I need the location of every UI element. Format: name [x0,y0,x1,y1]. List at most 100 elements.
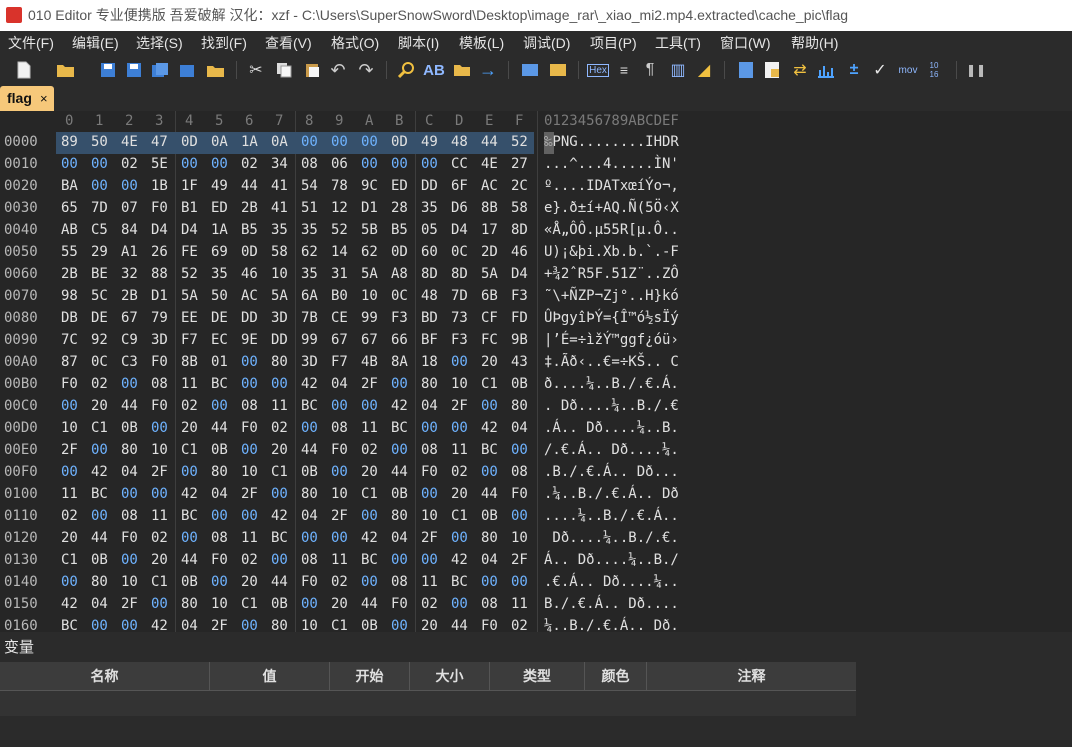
hex-byte[interactable]: 11 [421,574,438,590]
compare-icon[interactable] [520,60,540,80]
hex-byte[interactable]: 28 [391,200,408,216]
hex-byte[interactable]: 1A [241,134,258,150]
hex-byte[interactable]: 00 [121,178,138,194]
menu-item-1[interactable]: 编辑(E) [72,31,119,55]
hex-byte[interactable]: F0 [511,486,528,502]
hex-byte[interactable]: 80 [391,508,408,524]
hex-byte[interactable]: 67 [121,310,138,326]
hex-byte[interactable]: 42 [301,376,318,392]
hex-byte[interactable]: 01 [211,354,228,370]
ascii-text[interactable]: «Å„ÔÔ.µ55R[µ.Ô.. [544,222,679,238]
hex-byte[interactable]: 00 [301,134,318,150]
hex-byte[interactable]: 0D [181,134,198,150]
hex-byte[interactable]: 08 [421,442,438,458]
copy-icon[interactable] [274,60,294,80]
hex-byte[interactable]: 7C [61,332,78,348]
template-icon[interactable] [762,60,782,80]
hex-byte[interactable]: 00 [451,530,468,546]
hex-byte[interactable]: 02 [241,552,258,568]
hex-byte[interactable]: 84 [121,222,138,238]
hex-byte[interactable]: 18 [421,354,438,370]
hex-byte[interactable]: 5A [481,266,498,282]
hex-byte[interactable]: 00 [481,574,498,590]
hex-byte[interactable]: 2F [421,530,438,546]
hex-byte[interactable]: 6B [481,288,498,304]
hex-byte[interactable]: 44 [241,178,258,194]
hex-byte[interactable]: AC [481,178,498,194]
hex-byte[interactable]: 00 [211,508,228,524]
menu-item-11[interactable]: 窗口(W) [720,31,771,55]
hex-byte[interactable]: 00 [451,354,468,370]
hex-byte[interactable]: 04 [391,530,408,546]
hex-byte[interactable]: 2C [511,178,528,194]
hex-byte[interactable]: BC [91,486,108,502]
hex-editor[interactable]: 0 1 2 3 4 5 6 7 8 9 A B C D E F 0123456789ABCDEF 0000 89 5… [0,111,1072,632]
ascii-text[interactable]: ð....¼..B./.€.Á. [544,376,679,392]
hex-byte[interactable]: 08 [481,596,498,612]
ascii-text[interactable]: .B./.€.Á.. Dð... [544,464,679,480]
hex-byte[interactable]: 67 [361,332,378,348]
hex-byte[interactable]: 00 [91,156,108,172]
hex-byte[interactable]: 08 [331,420,348,436]
swap-icon[interactable]: ⇄ [790,60,810,80]
hex-byte[interactable]: F0 [151,354,168,370]
menu-item-5[interactable]: 格式(O) [331,31,379,55]
hex-byte[interactable]: 10 [211,596,228,612]
hex-byte[interactable]: F0 [481,618,498,632]
menu-item-9[interactable]: 项目(P) [590,31,637,55]
hex-byte[interactable]: 62 [301,244,318,260]
hex-byte[interactable]: 0B [511,376,528,392]
hex-row[interactable]: 0140 00 80 10 C1 0B 00 20 44 F0 02 00 08 11 BC 00 00 .€.Á… [0,572,1072,594]
hex-byte[interactable]: 02 [511,618,528,632]
hex-byte[interactable]: 6A [301,288,318,304]
hex-byte[interactable]: 20 [481,354,498,370]
hex-byte[interactable]: B0 [331,288,348,304]
hex-byte[interactable]: 47 [151,134,168,150]
ascii-text[interactable]: |’É=÷ìžÝ™ggf¿óü› [544,332,679,348]
new-file-icon[interactable] [14,60,34,80]
hex-byte[interactable]: 52 [331,222,348,238]
hex-byte[interactable]: ED [211,200,228,216]
hex-byte[interactable]: 11 [151,508,168,524]
hex-byte[interactable]: 0B [91,552,108,568]
hex-byte[interactable]: 44 [301,442,318,458]
hex-row[interactable]: 0030 65 7D 07 F0 B1 ED 2B 41 51 12 D1 28 35 D6 8B 58 e}.ð… [0,198,1072,220]
text-view-icon[interactable]: ≡ [614,60,634,80]
hex-byte[interactable]: 48 [451,134,468,150]
hex-byte[interactable]: 04 [511,420,528,436]
hex-byte[interactable]: 00 [61,398,78,414]
hex-byte[interactable]: 44 [361,596,378,612]
hex-byte[interactable]: 02 [451,464,468,480]
calculator-icon[interactable] [736,60,756,80]
histogram-icon[interactable] [816,60,836,80]
hex-byte[interactable]: C1 [361,486,378,502]
hex-byte[interactable]: 00 [331,398,348,414]
hex-byte[interactable]: 11 [61,486,78,502]
hex-byte[interactable]: FE [181,244,198,260]
hex-mode-button[interactable]: Hex [586,60,610,80]
hex-byte[interactable]: 0B [361,618,378,632]
hex-byte[interactable]: 00 [271,486,288,502]
hex-byte[interactable]: 04 [181,618,198,632]
hex-byte[interactable]: F0 [301,574,318,590]
hex-byte[interactable]: 42 [61,596,78,612]
hex-byte[interactable]: 11 [361,420,378,436]
hex-byte[interactable]: A8 [391,266,408,282]
hex-byte[interactable]: 00 [451,420,468,436]
hex-byte[interactable]: 00 [421,486,438,502]
hex-byte[interactable]: 00 [301,596,318,612]
hex-byte[interactable]: 00 [241,354,258,370]
hex-byte[interactable]: 44 [211,420,228,436]
checksum-icon[interactable] [548,60,568,80]
hex-byte[interactable]: 10 [331,486,348,502]
hex-byte[interactable]: 79 [151,310,168,326]
hex-byte[interactable]: F3 [511,288,528,304]
hex-byte[interactable]: DD [241,310,258,326]
hex-byte[interactable]: 3D [151,332,168,348]
column-type[interactable]: 类型 [490,662,585,690]
ascii-text[interactable]: U)¡&þi.Xb.b.`.-F [544,244,679,260]
hex-byte[interactable]: F0 [121,530,138,546]
menu-item-7[interactable]: 模板(L) [459,31,504,55]
hex-byte[interactable]: 00 [391,442,408,458]
menu-item-2[interactable]: 选择(S) [136,31,183,55]
